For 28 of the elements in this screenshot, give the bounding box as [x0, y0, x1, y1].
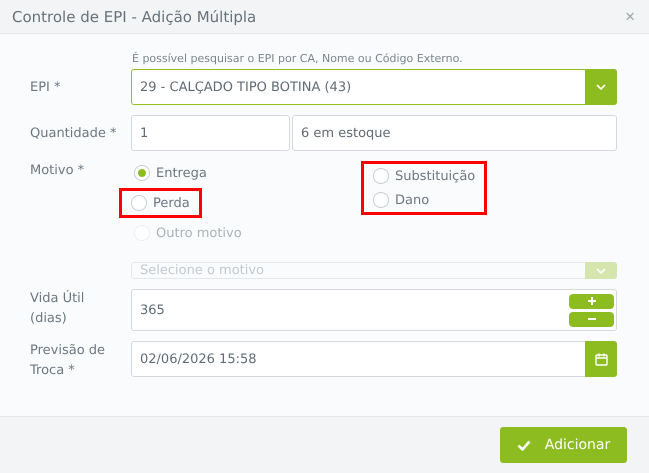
- date-field[interactable]: 02/06/2026 15:58: [131, 341, 617, 377]
- quantity-field[interactable]: 1: [131, 115, 290, 151]
- decrement-button[interactable]: [569, 312, 614, 326]
- dropdown-button[interactable]: [585, 69, 617, 105]
- increment-button[interactable]: [569, 294, 614, 308]
- add-button[interactable]: Adicionar: [500, 427, 627, 463]
- hint-text: É possível pesquisar o EPI por CA, Nome ou Código Externo.: [132, 52, 463, 65]
- calendar-button[interactable]: [585, 341, 617, 377]
- radio-option[interactable]: Perda: [131, 191, 190, 215]
- radio-option[interactable]: Entrega: [134, 161, 207, 185]
- field-label: Motivo *: [30, 162, 86, 180]
- field-label: Quantidade *: [30, 125, 118, 143]
- field-label: Previsão de Troca *: [30, 342, 106, 380]
- chevron-down-icon: [595, 266, 607, 274]
- dialog-title: Controle de EPI - Adição Múltipla: [12, 8, 256, 26]
- plus-icon: [586, 296, 596, 306]
- number-field[interactable]: 365: [131, 289, 617, 331]
- calendar-icon: [594, 352, 608, 366]
- field-label: EPI *: [30, 79, 62, 97]
- close-button[interactable]: ×: [625, 6, 635, 26]
- epi-select[interactable]: 29 - CALÇADO TIPO BOTINA (43): [131, 69, 617, 105]
- minus-icon: [586, 317, 596, 321]
- chevron-down-icon: [595, 83, 607, 91]
- radio-option[interactable]: Dano: [373, 188, 476, 212]
- radio-option[interactable]: Substituição: [373, 164, 476, 188]
- stock-field: 6 em estoque: [292, 115, 617, 151]
- check-icon: [516, 440, 531, 450]
- field-label: Vida Útil (dias): [30, 289, 86, 328]
